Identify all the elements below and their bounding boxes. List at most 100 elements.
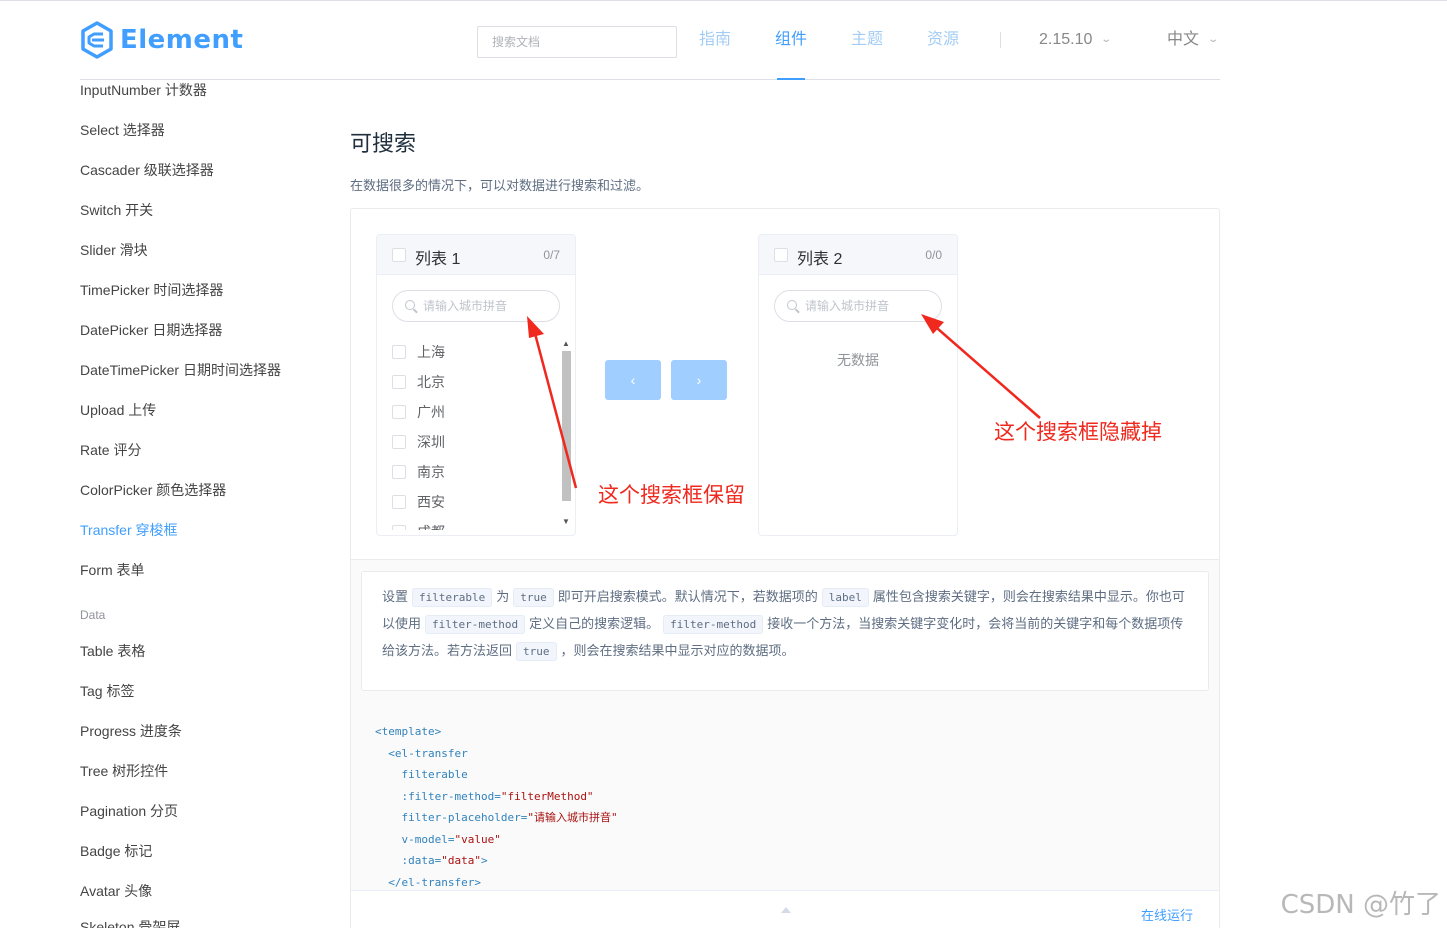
item-checkbox[interactable] (392, 405, 406, 419)
sidebar-item-progress[interactable]: Progress 进度条 (80, 721, 182, 741)
scrollbar-thumb[interactable] (562, 351, 571, 501)
code-attr: :data= (375, 854, 442, 867)
sidebar-group-data: Data (80, 608, 106, 622)
code-attr: :filter-method= (375, 789, 501, 803)
list-item[interactable]: 西安 (392, 487, 445, 517)
sidebar-item-badge[interactable]: Badge 标记 (80, 841, 152, 861)
language-dropdown[interactable]: 中文 ⌄ (1167, 0, 1220, 80)
tip-text: 为 (496, 589, 510, 604)
inline-code: true (513, 588, 554, 607)
sidebar-item-datepicker[interactable]: DatePicker 日期选择器 (80, 320, 222, 340)
scroll-down-arrow-icon[interactable]: ▼ (562, 517, 570, 526)
list-item[interactable]: 北京 (392, 367, 445, 397)
inline-code: filterable (412, 588, 493, 607)
sidebar-item-select[interactable]: Select 选择器 (80, 120, 165, 140)
item-checkbox[interactable] (392, 495, 406, 509)
sidebar-item-colorpicker[interactable]: ColorPicker 颜色选择器 (80, 480, 226, 500)
tip-text: 设置 (382, 589, 409, 604)
chevron-down-icon: ⌄ (1207, 34, 1220, 45)
watermark: CSDN @竹了 (1280, 890, 1441, 920)
item-label: 西安 (417, 494, 445, 510)
demo-control[interactable]: 在线运行 (351, 890, 1219, 928)
list-item[interactable]: 广州 (392, 397, 445, 427)
sidebar-item-inputnumber[interactable]: InputNumber 计数器 (80, 80, 207, 100)
sidebar-item-timepicker[interactable]: TimePicker 时间选择器 (80, 280, 223, 300)
description-tip: 设置 filterable 为 true 即可开启搜索模式。默认情况下，若数据项的 lab… (361, 571, 1209, 691)
item-checkbox[interactable] (392, 435, 406, 449)
list-item[interactable]: 上海 (392, 337, 445, 367)
logo-text: Element (120, 25, 244, 55)
section-title: 可搜索 (350, 131, 417, 156)
sidebar-item-pagination[interactable]: Pagination 分页 (80, 801, 178, 821)
inline-code: label (821, 588, 869, 607)
filter-placeholder: 请输入城市拼音 (805, 299, 890, 313)
nav-resource[interactable]: 资源 (927, 0, 959, 80)
inline-code: true (516, 642, 557, 661)
code-line: filterable (375, 768, 468, 781)
item-checkbox[interactable] (392, 345, 406, 359)
doc-search-input[interactable]: 搜索文档 (477, 26, 677, 58)
item-checkbox[interactable] (392, 525, 406, 530)
search-icon (787, 300, 797, 310)
version-dropdown[interactable]: 2.15.10 ⌄ (1039, 0, 1112, 80)
move-right-button[interactable]: › (671, 360, 727, 400)
sidebar-item-upload[interactable]: Upload 上传 (80, 400, 156, 420)
transfer-panel-left: 列表 1 0/7 请输入城市拼音 上海 北京 广州 深圳 南京 西安 成都 ▲ … (376, 234, 576, 536)
panel-title: 列表 2 (797, 251, 843, 268)
run-online-link[interactable]: 在线运行 (1141, 905, 1193, 924)
item-label: 成都 (417, 522, 445, 530)
nav-guide[interactable]: 指南 (699, 0, 731, 80)
item-checkbox[interactable] (392, 465, 406, 479)
top-header: Element 搜索文档 指南 组件 主题 资源 2.15.10 ⌄ 中文 ⌄ (80, 0, 1220, 80)
transfer-panel-right: 列表 2 0/0 请输入城市拼音 无数据 (758, 234, 958, 536)
scrollbar[interactable]: ▲ ▼ (561, 339, 571, 529)
item-label: 广州 (417, 404, 445, 420)
sidebar-item-rate[interactable]: Rate 评分 (80, 440, 141, 460)
nav-component[interactable]: 组件 (775, 0, 807, 80)
list-item[interactable]: 南京 (392, 457, 445, 487)
sidebar-item-form[interactable]: Form 表单 (80, 560, 145, 580)
list-item[interactable]: 成都 (392, 517, 445, 530)
search-icon (405, 300, 415, 310)
sidebar-item-datetimepicker[interactable]: DateTimePicker 日期时间选择器 (80, 360, 281, 380)
code-value: "filterMethod" (500, 789, 594, 803)
list-item[interactable]: 深圳 (392, 427, 445, 457)
sidebar-item-table[interactable]: Table 表格 (80, 641, 145, 661)
item-label: 上海 (417, 344, 445, 360)
language-label: 中文 (1167, 31, 1200, 48)
sidebar-item-tag[interactable]: Tag 标签 (80, 681, 134, 701)
inline-code: filter-method (425, 615, 526, 634)
sidebar-item-transfer[interactable]: Transfer 穿梭框 (80, 520, 178, 540)
empty-text: 无数据 (837, 352, 879, 368)
element-logo-icon (81, 21, 113, 59)
code-block: <template> <el-transfer filterable :filt… (375, 721, 618, 893)
item-checkbox[interactable] (392, 375, 406, 389)
filter-input[interactable]: 请输入城市拼音 (392, 290, 560, 322)
panel-header: 列表 1 0/7 (377, 235, 575, 275)
nav-theme[interactable]: 主题 (851, 0, 883, 80)
sidebar-item-switch[interactable]: Switch 开关 (80, 200, 153, 220)
sidebar-item-cascader[interactable]: Cascader 级联选择器 (80, 160, 214, 180)
panel-count: 0/0 (925, 248, 942, 262)
panel-count: 0/7 (543, 248, 560, 262)
sidebar-item-avatar[interactable]: Avatar 头像 (80, 881, 152, 901)
code-value: "value" (454, 832, 501, 846)
item-label: 深圳 (417, 434, 445, 450)
caret-up-icon[interactable] (781, 907, 791, 913)
scroll-up-arrow-icon[interactable]: ▲ (562, 339, 570, 348)
panel-title: 列表 1 (415, 251, 461, 268)
filter-input[interactable]: 请输入城市拼音 (774, 290, 942, 322)
select-all-checkbox[interactable] (774, 248, 788, 262)
section-description: 在数据很多的情况下，可以对数据进行搜索和过滤。 (350, 178, 650, 193)
element-logo[interactable]: Element (80, 20, 243, 60)
select-all-checkbox[interactable] (392, 248, 406, 262)
annotation-keep-text: 这个搜索框保留 (598, 484, 745, 507)
filter-placeholder: 请输入城市拼音 (423, 299, 508, 313)
demo-block: 列表 1 0/7 请输入城市拼音 上海 北京 广州 深圳 南京 西安 成都 ▲ … (350, 208, 1220, 928)
move-left-button[interactable]: ‹ (605, 360, 661, 400)
tip-text: 即可开启搜索模式。默认情况下，若数据项的 (557, 589, 818, 604)
code-attr: v-model= (375, 832, 455, 846)
sidebar-item-skeleton[interactable]: Skeleton 骨架屏 (80, 917, 180, 928)
sidebar-item-slider[interactable]: Slider 滑块 (80, 240, 148, 260)
sidebar-item-tree[interactable]: Tree 树形控件 (80, 761, 168, 781)
